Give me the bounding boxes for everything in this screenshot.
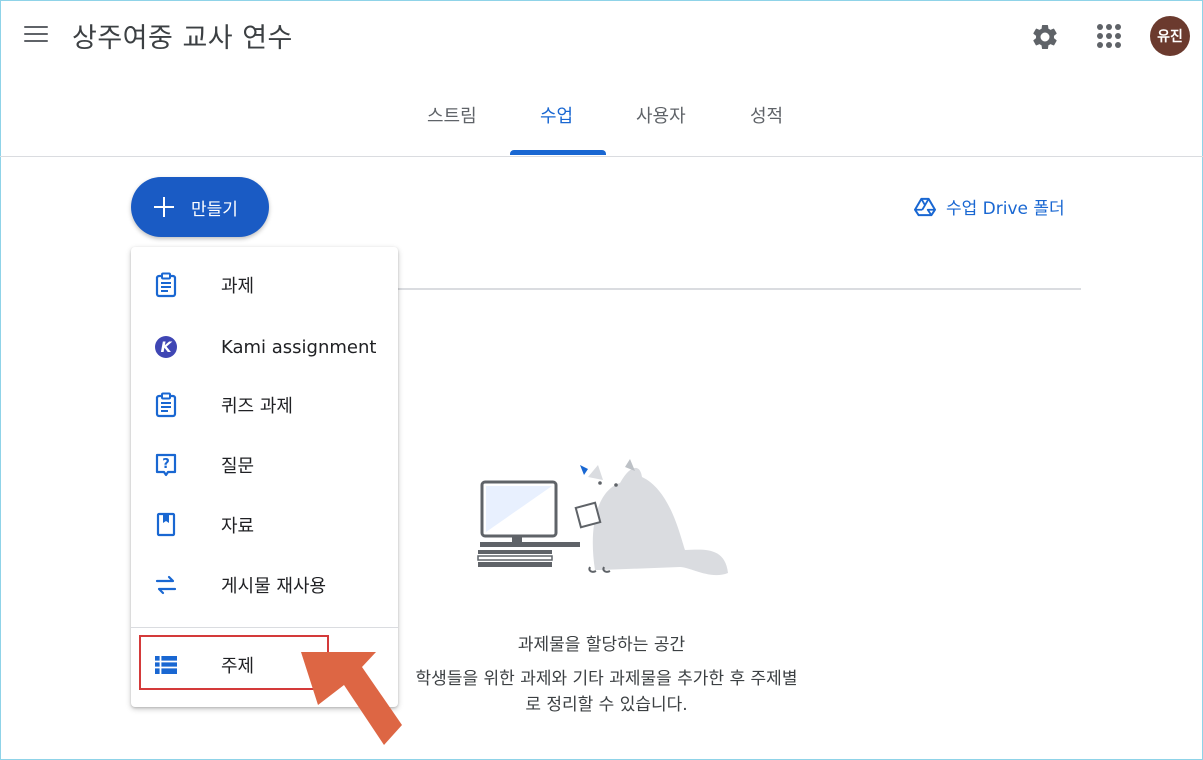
user-avatar[interactable]: 유진 bbox=[1150, 16, 1190, 56]
empty-classwork-illustration bbox=[477, 459, 728, 576]
menu-separator bbox=[131, 627, 398, 628]
svg-text:K: K bbox=[161, 340, 173, 356]
menu-item-label: 과제 bbox=[221, 276, 255, 297]
plus-icon bbox=[153, 196, 175, 218]
menu-item-label: Kami assignment bbox=[221, 336, 377, 358]
assignment-icon bbox=[153, 272, 179, 298]
header-divider bbox=[0, 156, 1203, 157]
question-icon: ? bbox=[153, 452, 179, 478]
drive-link-label: 수업 Drive 폴더 bbox=[946, 199, 1065, 219]
tab-stream[interactable]: 스트림 bbox=[427, 102, 477, 128]
empty-state-title: 과제물을 할당하는 공간 bbox=[517, 635, 686, 655]
class-title[interactable]: 상주여중 교사 연수 bbox=[72, 16, 293, 55]
menu-item-label: 게시물 재사용 bbox=[221, 576, 327, 597]
menu-item-kami-assignment[interactable]: K Kami assignment bbox=[131, 321, 398, 373]
tab-classwork[interactable]: 수업 bbox=[540, 102, 573, 128]
menu-item-label: 질문 bbox=[221, 456, 255, 477]
menu-item-material[interactable]: 자료 bbox=[131, 499, 398, 551]
empty-state-desc-line-1: 학생들을 위한 과제와 기타 과제물을 추가한 후 주제별 bbox=[415, 669, 798, 689]
google-apps-icon[interactable] bbox=[1097, 24, 1121, 48]
empty-state-description: 학생들을 위한 과제와 기타 과제물을 추가한 후 주제별 로 정리할 수 있습… bbox=[395, 666, 818, 718]
empty-state-desc-line-2: 로 정리할 수 있습니다. bbox=[525, 695, 688, 715]
create-button[interactable]: 만들기 bbox=[131, 177, 269, 237]
menu-item-assignment[interactable]: 과제 bbox=[131, 259, 398, 311]
menu-item-label: 퀴즈 과제 bbox=[221, 396, 293, 417]
create-button-label: 만들기 bbox=[191, 199, 238, 220]
class-drive-folder-link[interactable]: 수업 Drive 폴더 bbox=[914, 194, 1065, 219]
active-tab-indicator bbox=[510, 150, 606, 155]
class-tabs: 스트림 수업 사용자 성적 bbox=[0, 90, 1203, 156]
menu-item-quiz-assignment[interactable]: 퀴즈 과제 bbox=[131, 379, 398, 431]
annotation-arrow-icon bbox=[301, 652, 402, 745]
main-menu-icon[interactable] bbox=[24, 26, 48, 46]
svg-text:?: ? bbox=[162, 457, 170, 472]
material-icon bbox=[153, 512, 179, 538]
kami-icon: K bbox=[153, 334, 179, 360]
tab-grades[interactable]: 성적 bbox=[750, 102, 783, 128]
content-divider bbox=[398, 288, 1081, 290]
menu-item-label: 자료 bbox=[221, 516, 255, 537]
tab-people[interactable]: 사용자 bbox=[636, 102, 686, 128]
reuse-post-icon bbox=[153, 572, 179, 598]
menu-item-reuse-post[interactable]: 게시물 재사용 bbox=[131, 559, 398, 611]
quiz-assignment-icon bbox=[153, 392, 179, 418]
drive-icon bbox=[914, 197, 936, 216]
settings-gear-icon[interactable] bbox=[1030, 22, 1060, 52]
menu-item-question[interactable]: ? 질문 bbox=[131, 439, 398, 491]
